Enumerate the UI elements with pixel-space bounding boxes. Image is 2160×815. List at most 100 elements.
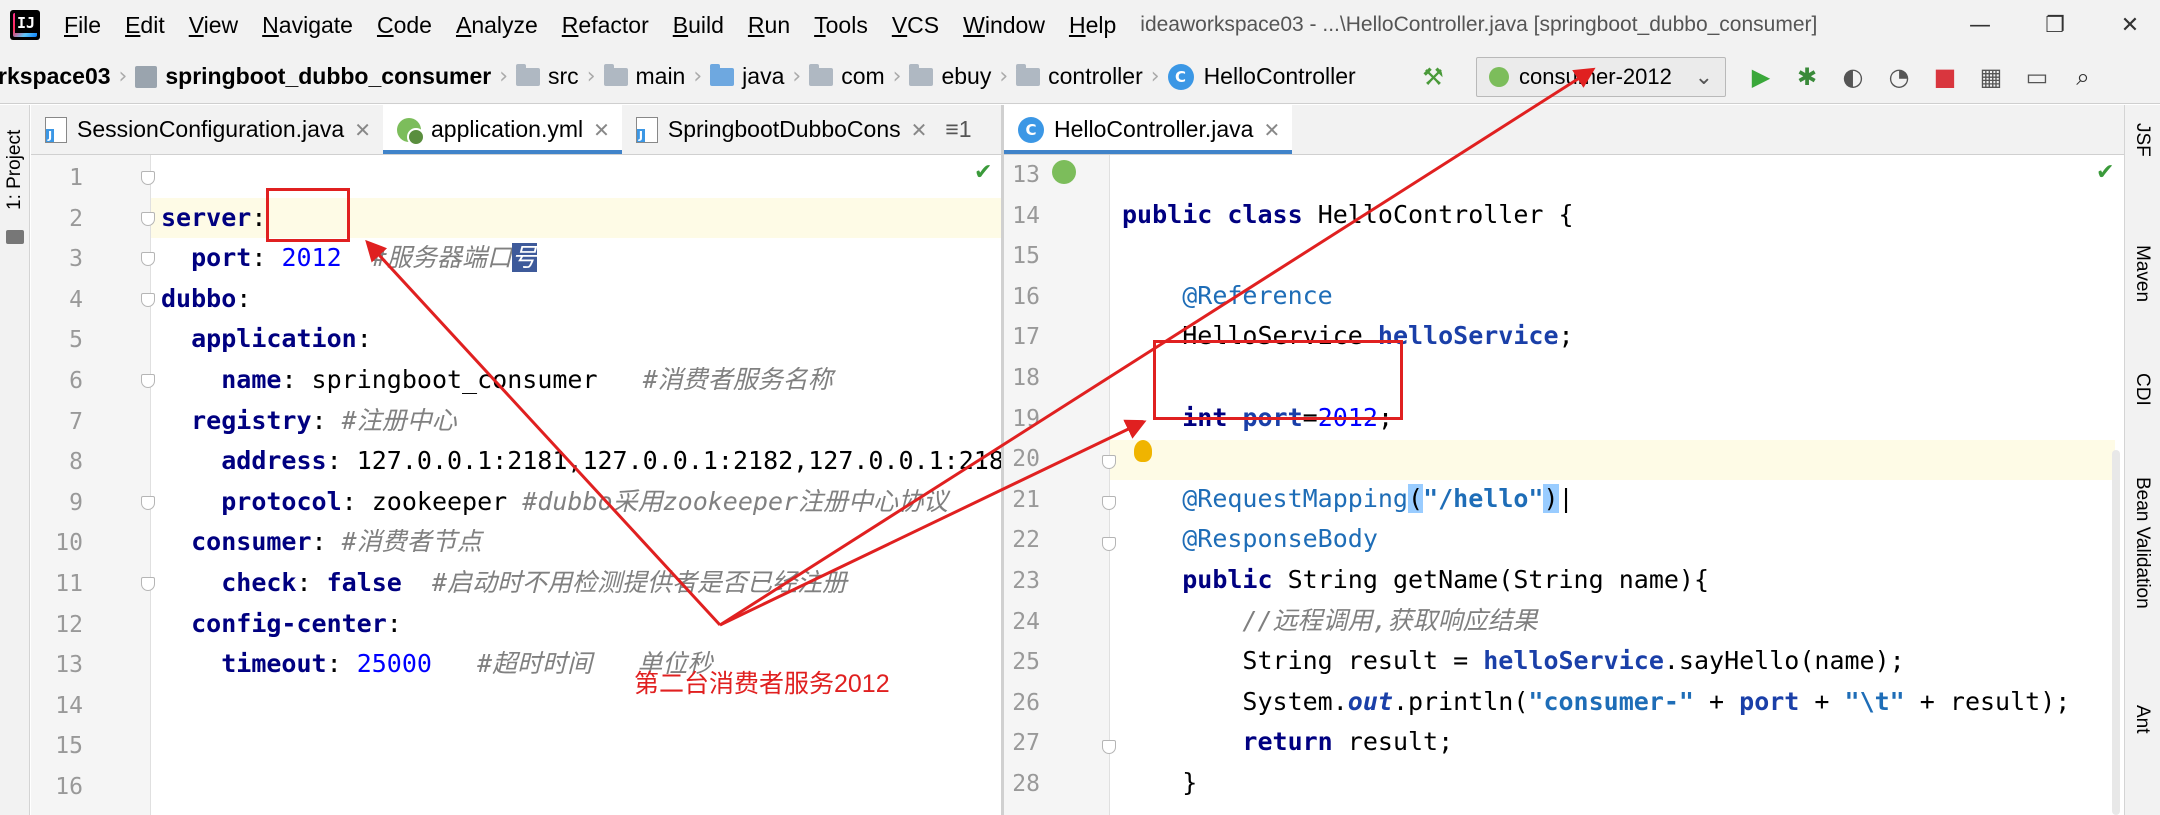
- left-tool-strip: 1: Project: [0, 105, 30, 815]
- tab-session-configuration[interactable]: SessionConfiguration.java ✕: [31, 105, 383, 154]
- run-configuration-select[interactable]: consumer-2012 ⌄: [1476, 57, 1726, 97]
- project-tool-tab[interactable]: 1: Project: [4, 115, 26, 225]
- right-editor-code[interactable]: public class HelloController { @Referenc…: [1122, 154, 2070, 815]
- line-number: 13: [55, 652, 83, 679]
- line-number: 25: [1012, 649, 1040, 676]
- fold-marker-icon[interactable]: [141, 374, 155, 388]
- breadcrumb-src[interactable]: src: [548, 63, 579, 90]
- menu-window[interactable]: Window: [951, 12, 1057, 39]
- fold-marker-icon[interactable]: [141, 293, 155, 307]
- menu-navigate[interactable]: Navigate: [250, 12, 365, 39]
- tab-label: HelloController.java: [1054, 116, 1254, 142]
- line-number: 17: [1012, 324, 1040, 351]
- code-line-23: //远程调用,获取响应结果: [1242, 605, 1538, 635]
- presentation-icon[interactable]: ▭: [2014, 50, 2060, 104]
- spring-bean-gutter-icon[interactable]: [1052, 160, 1076, 184]
- menu-refactor[interactable]: Refactor: [550, 12, 661, 39]
- fold-marker-icon[interactable]: [1102, 496, 1116, 510]
- stop-icon[interactable]: ■: [1922, 50, 1968, 104]
- fold-marker-icon[interactable]: [141, 252, 155, 266]
- window-title: ideaworkspace03 - ...\HelloController.ja…: [1140, 13, 1818, 36]
- code-line-24: String result = helloService.sayHello(na…: [1242, 646, 1905, 676]
- project-structure-icon[interactable]: ▦: [1968, 50, 2014, 104]
- maven-tool-tab[interactable]: Maven: [2131, 245, 2153, 302]
- code-line-8: protocol: zookeeper #dubbo采用zookeeper注册中…: [221, 486, 949, 516]
- tab-springboot-dubbo-consumer[interactable]: SpringbootDubboCons ✕: [622, 105, 939, 154]
- cdi-tool-tab[interactable]: CDI: [2131, 373, 2153, 406]
- menu-build[interactable]: Build: [661, 12, 736, 39]
- code-line-20: @RequestMapping("/hello")|: [1182, 483, 1574, 513]
- debug-icon[interactable]: ✱: [1784, 50, 1830, 104]
- line-number: 1: [69, 165, 83, 191]
- breadcrumb-main[interactable]: main: [636, 63, 686, 90]
- tab-label: SessionConfiguration.java: [77, 116, 345, 142]
- vertical-scrollbar[interactable]: [2112, 450, 2120, 815]
- ant-tool-tab[interactable]: Ant: [2131, 705, 2153, 734]
- menu-help[interactable]: Help: [1057, 12, 1128, 39]
- tab-overflow-button[interactable]: ≡1: [939, 105, 977, 154]
- line-number: 16: [55, 774, 83, 800]
- breadcrumb-java[interactable]: java: [742, 63, 784, 90]
- close-icon[interactable]: ✕: [354, 118, 371, 142]
- right-editor-tabbar: C HelloController.java ✕: [1004, 105, 2124, 155]
- chevron-right-icon: ›: [586, 64, 596, 89]
- left-editor-code[interactable]: server: port: 2012 #服务器端口号 dubbo: applica…: [161, 157, 1004, 725]
- line-number: 18: [1012, 365, 1040, 391]
- code-line-5: name: springboot_consumer #消费者服务名称: [221, 364, 833, 394]
- run-icon[interactable]: ▶: [1738, 50, 1784, 104]
- chevron-right-icon: ›: [118, 64, 128, 89]
- search-icon[interactable]: ⌕: [2060, 50, 2106, 104]
- fold-marker-icon[interactable]: [1102, 740, 1116, 754]
- menu-vcs[interactable]: VCS: [880, 12, 951, 39]
- menu-file[interactable]: File: [52, 12, 113, 39]
- fold-marker-icon[interactable]: [141, 171, 155, 185]
- profile-icon[interactable]: ◔: [1876, 50, 1922, 104]
- line-number: 21: [1012, 486, 1040, 513]
- breadcrumb-workspace[interactable]: rkspace03: [0, 63, 111, 90]
- breadcrumb-controller[interactable]: controller: [1048, 63, 1143, 90]
- restore-icon[interactable]: ❐: [2025, 0, 2085, 50]
- chevron-right-icon: ›: [499, 64, 509, 89]
- tab-hello-controller[interactable]: C HelloController.java ✕: [1004, 105, 1293, 154]
- bean-validation-tool-tab[interactable]: Bean Validation: [2131, 477, 2153, 609]
- intellij-logo-icon: IJ: [10, 10, 40, 40]
- close-icon[interactable]: ✕: [1263, 118, 1280, 142]
- annotation-highlight-box-port: [266, 188, 350, 242]
- menu-view[interactable]: View: [177, 12, 250, 39]
- fold-marker-icon[interactable]: [141, 496, 155, 510]
- fold-marker-icon[interactable]: [1102, 455, 1116, 469]
- line-number: 14: [1012, 202, 1040, 229]
- tab-application-yml[interactable]: application.yml ✕: [382, 105, 622, 154]
- source-folder-icon: [710, 63, 735, 86]
- breadcrumb-module[interactable]: springboot_dubbo_consumer: [165, 63, 491, 90]
- line-number: 15: [55, 733, 83, 760]
- menu-analyze[interactable]: Analyze: [444, 12, 550, 39]
- fold-marker-icon[interactable]: [141, 577, 155, 591]
- build-hammer-icon[interactable]: ⚒: [1410, 50, 1456, 104]
- jsf-tool-tab[interactable]: JSF: [2131, 123, 2153, 157]
- breadcrumb-ebuy[interactable]: ebuy: [941, 63, 991, 90]
- fold-marker-icon[interactable]: [1102, 537, 1116, 551]
- close-icon[interactable]: ✕: [2100, 0, 2160, 50]
- code-line-25: System.out.println("consumer-" + port + …: [1242, 686, 2071, 716]
- menu-run[interactable]: Run: [736, 12, 802, 39]
- menu-edit[interactable]: Edit: [113, 12, 177, 39]
- breadcrumb-class[interactable]: HelloController: [1204, 63, 1356, 90]
- chevron-right-icon: ›: [892, 64, 902, 89]
- line-number: 19: [1012, 405, 1040, 432]
- code-line-26: return result;: [1242, 727, 1454, 757]
- inspection-ok-icon[interactable]: ✔: [2096, 160, 2114, 185]
- coverage-icon[interactable]: ◐: [1830, 50, 1876, 104]
- fold-marker-icon[interactable]: [141, 212, 155, 226]
- menu-code[interactable]: Code: [365, 12, 444, 39]
- menu-tools[interactable]: Tools: [802, 12, 880, 39]
- minimize-icon[interactable]: —: [1950, 0, 2010, 50]
- yml-file-icon: [396, 117, 425, 146]
- close-icon[interactable]: ✕: [911, 118, 928, 142]
- line-number: 2: [69, 205, 83, 232]
- breadcrumb-com[interactable]: com: [841, 63, 884, 90]
- close-icon[interactable]: ✕: [593, 118, 610, 142]
- chevron-down-icon: ⌄: [1694, 64, 1713, 89]
- tab-label: SpringbootDubboCons: [667, 116, 901, 142]
